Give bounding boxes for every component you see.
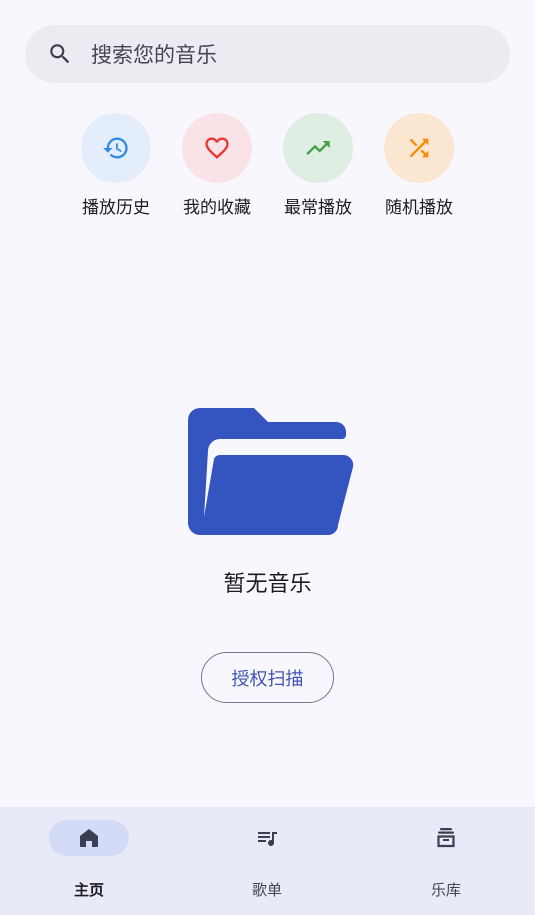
quick-action-favorites[interactable]: 我的收藏 — [172, 113, 262, 218]
nav-item-playlists[interactable]: 歌单 — [178, 807, 356, 915]
authorize-scan-button[interactable]: 授权扫描 — [201, 652, 334, 703]
nav-label: 乐库 — [430, 881, 461, 899]
quick-action-shuffle[interactable]: 随机播放 — [374, 113, 464, 218]
folder-open-icon — [186, 405, 356, 540]
search-icon — [47, 41, 73, 67]
shuffle-icon — [384, 113, 454, 183]
quick-actions: 播放历史 我的收藏 最常播放 随机播放 — [0, 113, 535, 223]
quick-action-label: 最常播放 — [284, 198, 352, 218]
bottom-nav: 主页 歌单 乐库 — [0, 807, 535, 915]
quick-action-label: 随机播放 — [385, 198, 453, 218]
search-placeholder[interactable]: 搜索您的音乐 — [91, 39, 217, 69]
library-icon — [406, 820, 486, 856]
nav-item-library[interactable]: 乐库 — [357, 807, 535, 915]
playlist-icon — [227, 820, 307, 856]
heart-icon — [182, 113, 252, 183]
quick-action-history[interactable]: 播放历史 — [71, 113, 161, 218]
quick-action-label: 我的收藏 — [183, 198, 251, 218]
quick-action-label: 播放历史 — [82, 198, 150, 218]
history-icon — [81, 113, 151, 183]
search-bar[interactable]: 搜索您的音乐 — [25, 25, 510, 83]
home-icon — [49, 820, 129, 856]
trending-up-icon — [283, 113, 353, 183]
nav-label: 歌单 — [251, 881, 282, 899]
empty-message: 暂无音乐 — [223, 572, 312, 597]
quick-action-most-played[interactable]: 最常播放 — [273, 113, 363, 218]
nav-item-home[interactable]: 主页 — [0, 807, 178, 915]
nav-label: 主页 — [73, 881, 104, 899]
